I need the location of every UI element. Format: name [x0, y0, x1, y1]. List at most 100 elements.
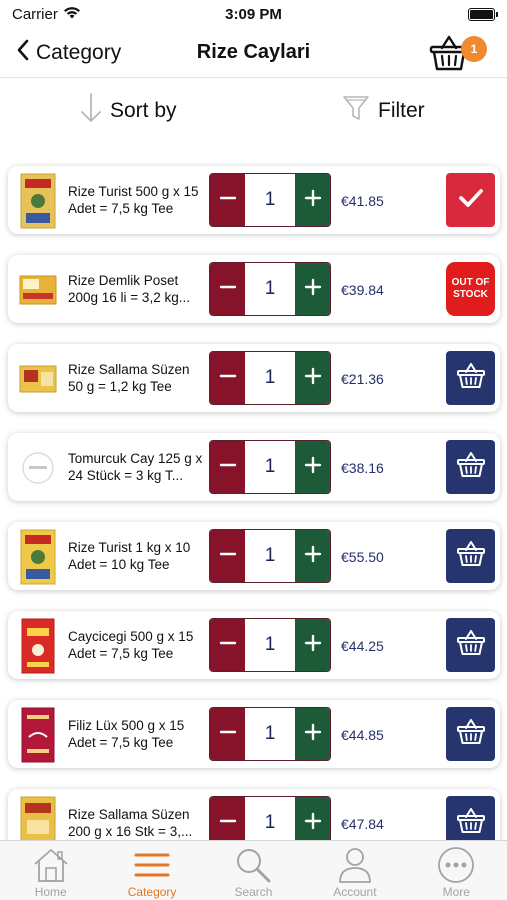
tab-label: Home: [34, 885, 67, 899]
quantity-stepper: 1: [209, 351, 331, 405]
product-card: Rize Demlik Poset 200g 16 li = 3,2 kg...…: [8, 255, 500, 323]
search-icon: [234, 845, 272, 885]
sort-filter-toolbar: Sort by Filter: [0, 80, 507, 142]
product-image: [19, 618, 57, 674]
decrease-button[interactable]: [210, 708, 245, 760]
product-image: [19, 262, 57, 318]
product-name: Filiz Lüx 500 g x 15 Adet = 7,5 kg Tee: [68, 718, 185, 750]
add-to-cart-button[interactable]: [446, 529, 495, 583]
checkmark-icon: [458, 187, 484, 214]
quantity-value[interactable]: 1: [245, 352, 295, 404]
back-label: Category: [36, 40, 122, 64]
product-price: €44.85: [341, 727, 384, 743]
product-list: Rize Turist 500 g x 15 Adet = 7,5 kg Tee…: [0, 162, 507, 840]
product-card: Tomurcuk Cay 125 g x 24 Stück = 3 kg T..…: [8, 433, 500, 501]
product-name: Rize Turist 500 g x 15 Adet = 7,5 kg Tee: [68, 184, 199, 216]
filter-button[interactable]: Filter: [342, 94, 425, 128]
product-image: [19, 351, 57, 407]
tab-label: Search: [234, 885, 273, 899]
minus-icon: [219, 545, 237, 568]
home-icon: [31, 845, 71, 885]
product-name: Rize Turist 1 kg x 10 Adet = 10 kg Tee: [68, 540, 191, 572]
increase-button[interactable]: [295, 797, 330, 840]
quantity-value[interactable]: 1: [245, 797, 295, 840]
quantity-value[interactable]: 1: [245, 441, 295, 493]
quantity-value[interactable]: 1: [245, 174, 295, 226]
add-to-cart-button[interactable]: [446, 440, 495, 494]
product-image: [19, 173, 57, 229]
plus-icon: [304, 812, 322, 835]
quantity-value[interactable]: 1: [245, 708, 295, 760]
add-to-cart-button[interactable]: [446, 618, 495, 672]
minus-icon: [219, 634, 237, 657]
minus-icon: [219, 367, 237, 390]
quantity-stepper: 1: [209, 262, 331, 316]
product-card: Rize Sallama Süzen 200 g x 16 Stk = 3,..…: [8, 789, 500, 840]
add-to-cart-button[interactable]: [446, 796, 495, 840]
minus-icon: [219, 723, 237, 746]
product-image: [19, 796, 57, 840]
minus-icon: [219, 189, 237, 212]
increase-button[interactable]: [295, 174, 330, 226]
account-icon: [337, 845, 373, 885]
plus-icon: [304, 189, 322, 212]
product-card: Rize Turist 1 kg x 10 Adet = 10 kg Tee 1…: [8, 522, 500, 590]
tab-label: Category: [127, 885, 177, 899]
increase-button[interactable]: [295, 530, 330, 582]
wifi-icon: [63, 6, 81, 23]
minus-icon: [219, 456, 237, 479]
decrease-button[interactable]: [210, 352, 245, 404]
quantity-stepper: 1: [209, 529, 331, 583]
basket-icon: [456, 540, 486, 573]
out-of-stock-label: OUT OF STOCK: [446, 262, 495, 316]
added-to-cart-button[interactable]: [446, 173, 495, 227]
decrease-button[interactable]: [210, 797, 245, 840]
status-bar: Carrier 3:09 PM: [0, 0, 507, 28]
quantity-stepper: 1: [209, 707, 331, 761]
increase-button[interactable]: [295, 263, 330, 315]
tab-category[interactable]: Category: [101, 841, 202, 900]
tab-more[interactable]: More: [406, 841, 507, 900]
tab-home[interactable]: Home: [0, 841, 101, 900]
product-card: Rize Turist 500 g x 15 Adet = 7,5 kg Tee…: [8, 166, 500, 234]
tab-label: Account: [333, 885, 377, 899]
decrease-button[interactable]: [210, 530, 245, 582]
product-name: Rize Demlik Poset 200g 16 li = 3,2 kg...: [68, 273, 190, 305]
minus-icon: [219, 278, 237, 301]
decrease-button[interactable]: [210, 441, 245, 493]
add-to-cart-button[interactable]: [446, 351, 495, 405]
tab-account[interactable]: Account: [304, 841, 405, 900]
quantity-value[interactable]: 1: [245, 263, 295, 315]
status-left: Carrier: [12, 6, 81, 23]
quantity-value[interactable]: 1: [245, 530, 295, 582]
add-to-cart-button[interactable]: [446, 707, 495, 761]
chevron-left-icon: [16, 39, 30, 67]
tab-search[interactable]: Search: [203, 841, 304, 900]
basket-icon: [456, 451, 486, 484]
increase-button[interactable]: [295, 619, 330, 671]
quantity-stepper: 1: [209, 440, 331, 494]
decrease-button[interactable]: [210, 619, 245, 671]
product-image: [19, 440, 57, 496]
decrease-button[interactable]: [210, 174, 245, 226]
product-price: €47.84: [341, 816, 384, 832]
nav-bar: Category Rize Caylari 1: [0, 28, 507, 78]
cart-button[interactable]: 1: [429, 32, 487, 74]
back-button[interactable]: Category: [16, 39, 121, 67]
minus-icon: [219, 812, 237, 835]
basket-icon: [456, 362, 486, 395]
plus-icon: [304, 367, 322, 390]
sort-button[interactable]: Sort by: [80, 92, 177, 130]
increase-button[interactable]: [295, 441, 330, 493]
tab-label: More: [442, 885, 470, 899]
arrow-down-icon: [80, 92, 102, 130]
increase-button[interactable]: [295, 352, 330, 404]
product-name: Tomurcuk Cay 125 g x 24 Stück = 3 kg T..…: [68, 451, 203, 483]
basket-icon: [456, 807, 486, 840]
quantity-stepper: 1: [209, 618, 331, 672]
quantity-stepper: 1: [209, 173, 331, 227]
product-name: Rize Sallama Süzen 50 g = 1,2 kg Tee: [68, 362, 190, 394]
quantity-value[interactable]: 1: [245, 619, 295, 671]
decrease-button[interactable]: [210, 263, 245, 315]
increase-button[interactable]: [295, 708, 330, 760]
